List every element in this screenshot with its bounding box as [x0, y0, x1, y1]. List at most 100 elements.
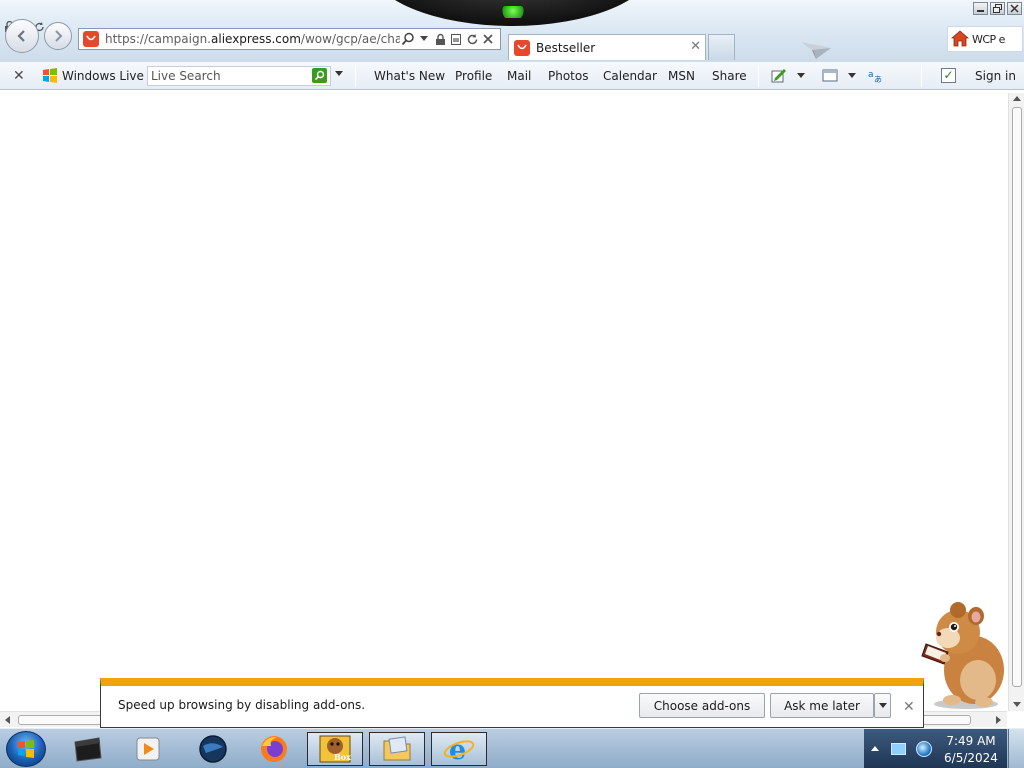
dropdown-icon[interactable]	[416, 31, 432, 47]
window-list-icon[interactable]	[822, 68, 838, 83]
url-path: /wow/gcp/ae/channel/	[300, 32, 400, 46]
back-button[interactable]	[5, 19, 39, 53]
ask-me-later-button[interactable]: Ask me later	[770, 693, 874, 718]
show-hidden-icons-icon[interactable]	[871, 746, 879, 751]
browser-titlebar: https://campaign.aliexpress.com/wow/gcp/…	[0, 0, 1024, 62]
window-list-dropdown-icon[interactable]	[848, 73, 856, 78]
notification-close-icon[interactable]: ✕	[903, 699, 915, 715]
network-icon[interactable]	[891, 743, 906, 755]
taskbar-app-internet-explorer[interactable]: e	[431, 732, 487, 766]
choose-addons-button[interactable]: Choose add-ons	[639, 693, 765, 718]
forward-arrow-icon	[55, 30, 63, 42]
vertical-scrollbar[interactable]	[1008, 93, 1024, 711]
ornament-green-light	[500, 6, 526, 18]
link-photos[interactable]: Photos	[548, 69, 588, 83]
windows-taskbar: Box e 7:49 AM 6/5/2024	[0, 728, 1024, 768]
aliexpress-favicon-icon	[83, 31, 99, 47]
scroll-left-icon[interactable]	[5, 716, 10, 724]
translate-icon[interactable]: aあ	[867, 68, 883, 83]
windows-logo-icon	[18, 740, 34, 758]
minimize-icon	[977, 10, 984, 12]
live-search-input[interactable]: Live Search	[147, 66, 331, 86]
home-button-text: WCP e	[972, 32, 1005, 46]
lock-icon[interactable]	[432, 31, 448, 47]
taskbar-app-globe[interactable]	[185, 732, 241, 766]
svg-text:e: e	[449, 735, 466, 764]
search-options-dropdown[interactable]	[335, 71, 343, 76]
scroll-down-icon[interactable]	[1013, 702, 1021, 707]
tab-title: Bestseller	[536, 40, 596, 55]
reading-hamster-image	[921, 602, 1004, 709]
media-player-icon	[136, 737, 160, 761]
svg-text:あ: あ	[874, 75, 882, 83]
link-calendar[interactable]: Calendar	[603, 69, 657, 83]
blog-edit-icon[interactable]	[771, 68, 787, 83]
black-window-icon	[74, 737, 102, 762]
blog-dropdown-icon[interactable]	[797, 73, 805, 78]
windows-live-label[interactable]: Windows Live	[62, 69, 144, 83]
box-label: Box	[334, 752, 351, 762]
show-desktop-button[interactable]	[1008, 729, 1024, 768]
tab-bestseller[interactable]: Bestseller ✕	[508, 34, 706, 60]
link-share[interactable]: Share	[712, 69, 747, 83]
search-icon[interactable]	[400, 31, 416, 47]
link-profile[interactable]: Profile	[455, 69, 492, 83]
internet-explorer-icon: e	[443, 735, 475, 764]
vertical-scroll-thumb[interactable]	[1012, 107, 1022, 687]
restore-button[interactable]	[990, 2, 1005, 15]
windows-live-toolbar: ✕ Windows Live Live Search What's New Pr…	[0, 62, 1024, 90]
windows-logo-icon	[43, 68, 57, 83]
system-tray: 7:49 AM 6/5/2024	[864, 729, 1007, 768]
svg-text:a: a	[868, 70, 874, 80]
paper-plane-icon	[801, 42, 831, 59]
toolbar-separator	[355, 65, 356, 87]
ask-later-dropdown-button[interactable]	[874, 693, 891, 718]
stop-icon[interactable]	[480, 31, 496, 47]
forward-button[interactable]	[44, 22, 72, 50]
toolbar-separator	[921, 65, 922, 87]
clock-date[interactable]: 6/5/2024	[938, 751, 1004, 765]
minimize-button[interactable]	[973, 2, 988, 15]
firefox-icon	[261, 736, 287, 762]
chevron-down-icon	[878, 703, 887, 708]
new-tab-button[interactable]	[708, 34, 735, 60]
addons-notification-bar: Speed up browsing by disabling add-ons. …	[100, 678, 924, 728]
tab-close-icon[interactable]: ✕	[690, 39, 701, 54]
live-search-button[interactable]	[312, 68, 327, 83]
clock-time[interactable]: 7:49 AM	[938, 734, 1004, 748]
toolbar-separator	[758, 65, 759, 87]
url-prefix: https://campaign.	[105, 32, 211, 46]
address-url[interactable]: https://campaign.aliexpress.com/wow/gcp/…	[105, 32, 400, 46]
page-content-area	[0, 91, 1007, 711]
back-arrow-icon	[17, 30, 25, 42]
toolbar-close-icon[interactable]: ✕	[13, 68, 25, 84]
home-icon	[951, 30, 969, 47]
close-window-button[interactable]	[1007, 2, 1022, 15]
taskbar-app-media-player[interactable]	[120, 732, 176, 766]
refresh-icon[interactable]	[464, 31, 480, 47]
sign-in-link[interactable]: Sign in	[975, 69, 1016, 83]
taskbar-app-black-window[interactable]	[60, 732, 116, 766]
checkmark-icon[interactable]: ✓	[941, 68, 956, 83]
scroll-up-icon[interactable]	[1013, 96, 1021, 101]
link-msn[interactable]: MSN	[668, 69, 695, 83]
globe-tray-icon[interactable]	[916, 741, 932, 757]
notification-message: Speed up browsing by disabling add-ons.	[118, 698, 366, 712]
close-icon	[1010, 4, 1019, 13]
globe-icon	[199, 735, 227, 763]
compatibility-view-icon[interactable]	[448, 31, 464, 47]
taskbar-app-box[interactable]: Box	[307, 732, 363, 766]
taskbar-app-firefox[interactable]	[246, 732, 302, 766]
folder-icon	[383, 736, 411, 761]
link-mail[interactable]: Mail	[507, 69, 531, 83]
start-button[interactable]	[6, 731, 46, 767]
aliexpress-tab-favicon-icon	[514, 39, 530, 56]
url-domain: aliexpress.com	[211, 32, 301, 46]
search-icon	[314, 70, 325, 81]
home-button[interactable]: WCP e	[947, 26, 1023, 52]
address-bar[interactable]: https://campaign.aliexpress.com/wow/gcp/…	[78, 28, 501, 50]
scroll-right-icon[interactable]	[996, 716, 1001, 724]
taskbar-app-explorer[interactable]	[369, 732, 425, 766]
restore-icon	[993, 4, 1002, 13]
link-whats-new[interactable]: What's New	[374, 69, 445, 83]
